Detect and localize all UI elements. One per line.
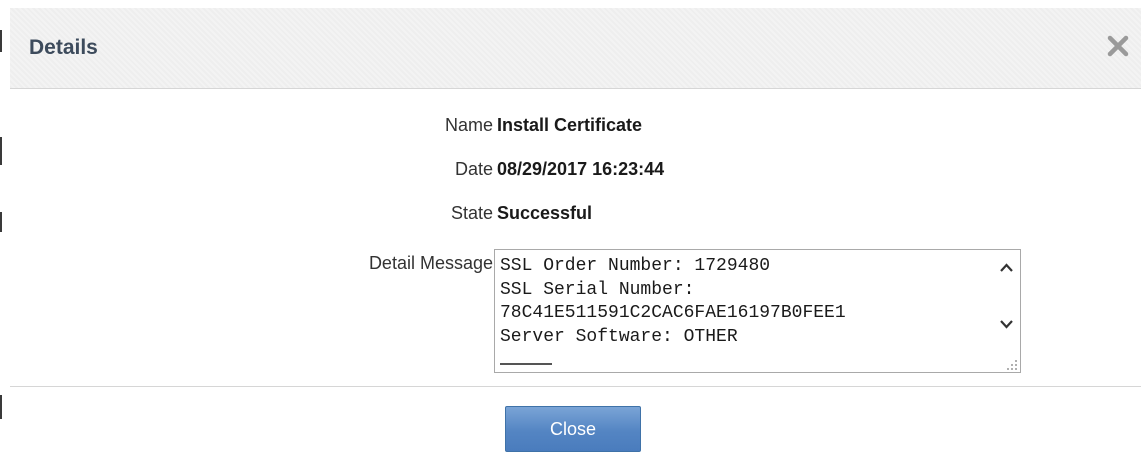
detail-line-partial: [500, 349, 980, 372]
edge-mark: [0, 137, 2, 165]
detail-line: SSL Serial Number:: [500, 279, 695, 300]
name-row: Name Install Certificate: [10, 115, 1141, 141]
dialog-header: Details: [10, 8, 1141, 89]
name-value: Install Certificate: [497, 115, 643, 135]
background-edge: [0, 0, 10, 474]
edge-mark: [0, 212, 2, 232]
name-label: Name: [444, 115, 493, 135]
date-label: Date: [454, 159, 493, 179]
detail-line: 78C41E511591C2CAC6FAE16197B0FEE1: [500, 303, 846, 323]
state-label: State: [450, 203, 493, 223]
detail-line: Server Software: OTHER: [500, 326, 738, 347]
dialog-body: Name Install Certificate Date 08/29/2017…: [10, 89, 1141, 386]
details-dialog: Details Name Install Certificate Date 08…: [0, 0, 1141, 475]
close-button[interactable]: Close: [505, 406, 641, 452]
detail-message-text: SSL Order Number: 1729480 SSL Serial Numb…: [500, 255, 980, 372]
scroll-up-icon[interactable]: [993, 256, 1020, 280]
edge-mark: [0, 30, 2, 52]
dialog-title: Details: [29, 36, 98, 59]
textarea-scrollbar[interactable]: [993, 250, 1020, 372]
date-value: 08/29/2017 16:23:44: [497, 159, 665, 179]
detail-message-textarea[interactable]: SSL Order Number: 1729480 SSL Serial Numb…: [494, 249, 1021, 373]
detail-message-label: Detail Message: [368, 253, 493, 273]
edge-mark: [0, 395, 2, 419]
detail-line: SSL Order Number: 1729480: [500, 256, 771, 276]
date-row: Date 08/29/2017 16:23:44: [10, 159, 1141, 185]
dialog-footer: Close: [10, 386, 1141, 475]
state-value: Successful: [497, 203, 593, 223]
state-row: State Successful: [10, 203, 1141, 229]
close-x-icon[interactable]: [1103, 31, 1133, 61]
resize-grip-icon[interactable]: [1006, 358, 1018, 370]
scroll-down-icon[interactable]: [993, 312, 1020, 336]
